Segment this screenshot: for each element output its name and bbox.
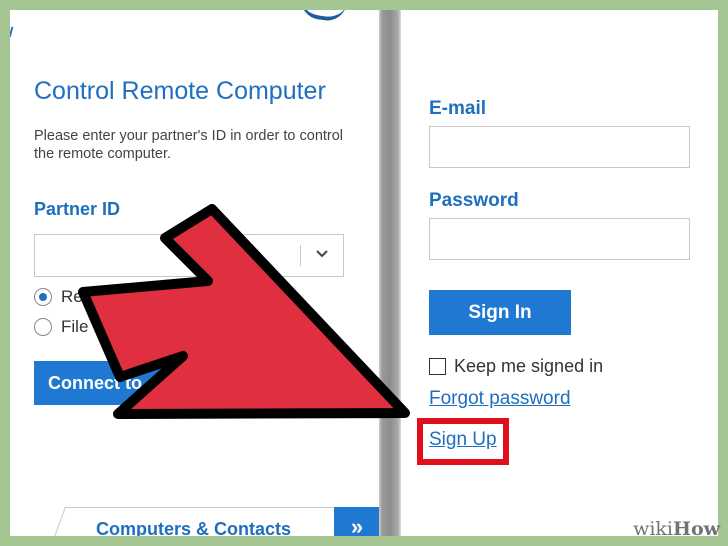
keep-signed-in-label: Keep me signed in [454,356,604,376]
email-label: E-mail [429,98,487,119]
panel-description: Please enter your partner's ID in order … [34,128,344,162]
email-field[interactable] [429,126,690,168]
watermark-logo: wikiHow [633,518,720,540]
pane-divider [379,10,401,536]
password-field[interactable] [429,218,690,260]
sign-up-highlight-box [417,418,509,465]
dropdown-separator [300,245,301,266]
tab-label: Computers & Contacts [96,519,292,536]
chevron-down-icon[interactable] [313,245,331,263]
watermark-part2: How [673,518,720,540]
connect-button[interactable]: Connect to [34,361,234,405]
forgot-password-link[interactable]: Forgot password [429,388,571,410]
logo-fragment [298,10,348,24]
radio-remote-control[interactable] [34,288,52,306]
password-label: Password [429,190,519,211]
radio-remote-control-label: Re [61,287,83,306]
partner-id-label: Partner ID [34,199,121,219]
watermark-part1: wiki [633,518,674,540]
sign-in-button[interactable]: Sign In [429,290,571,335]
panel-edge-mark [10,27,20,37]
double-chevron-right-icon[interactable]: » [334,507,379,536]
control-remote-panel: Control Remote Computer Please enter you… [10,10,379,536]
panel-title: Control Remote Computer [34,77,326,105]
computers-contacts-tab[interactable]: Computers & Contacts » [50,507,379,536]
partner-id-input[interactable] [34,234,344,277]
keep-signed-in-checkbox[interactable] [429,358,446,375]
radio-file-transfer-label: File tra [61,317,113,336]
radio-file-transfer[interactable] [34,318,52,336]
